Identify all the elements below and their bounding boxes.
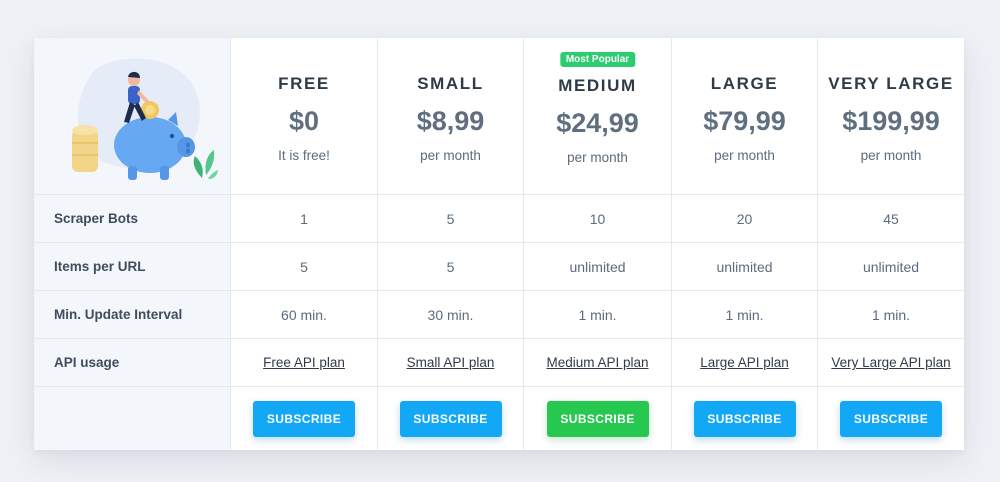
most-popular-badge: Most Popular [559,52,636,67]
subscribe-cell: SUBSCRIBE [818,387,964,450]
table-cell: 30 min. [378,291,524,339]
api-plan-link-free[interactable]: Free API plan [263,355,345,370]
table-cell: 1 min. [672,291,818,339]
table-cell: unlimited [672,243,818,291]
table-cell: 60 min. [231,291,378,339]
page: FREE $0 It is free! SMALL $8,99 per mont… [0,0,1000,482]
api-plan-link-medium[interactable]: Medium API plan [546,355,648,370]
table-cell: 1 min. [524,291,672,339]
row-label-api-usage: API usage [34,339,231,387]
piggy-bank-illustration-icon [72,58,218,180]
table-cell: unlimited [524,243,672,291]
subscribe-cell: SUBSCRIBE [378,387,524,450]
plan-name: SMALL [417,74,484,93]
plan-price: $199,99 [842,106,940,136]
subscribe-button-small[interactable]: SUBSCRIBE [399,400,502,437]
pricing-grid: FREE $0 It is free! SMALL $8,99 per mont… [34,38,964,450]
api-plan-cell: Small API plan [378,339,524,387]
table-cell: 5 [378,243,524,291]
plan-price: $0 [288,106,320,136]
api-plan-cell: Medium API plan [524,339,672,387]
pricing-table: FREE $0 It is free! SMALL $8,99 per mont… [34,38,964,450]
plan-header-free: FREE $0 It is free! [231,38,378,195]
row-label-items-per-url: Items per URL [34,243,231,291]
plan-name: LARGE [710,74,779,93]
plan-name: MEDIUM [558,76,637,95]
table-cell: unlimited [818,243,964,291]
subscribe-cell: SUBSCRIBE [672,387,818,450]
plan-name: VERY LARGE [828,74,954,93]
subscribe-button-large[interactable]: SUBSCRIBE [693,400,796,437]
row-label-scraper-bots: Scraper Bots [34,195,231,243]
api-plan-link-small[interactable]: Small API plan [407,355,495,370]
row-label-min-update-interval: Min. Update Interval [34,291,231,339]
illustration-cell [34,38,231,195]
subscribe-button-very-large[interactable]: SUBSCRIBE [840,400,942,437]
api-plan-cell: Very Large API plan [818,339,964,387]
table-cell: 5 [378,195,524,243]
plan-period: per month [860,148,922,163]
plan-period: per month [714,148,775,163]
plan-period: per month [567,150,628,165]
row-label-empty [34,387,231,450]
plan-price: $8,99 [416,106,485,136]
table-cell: 5 [231,243,378,291]
table-cell: 20 [672,195,818,243]
plan-header-very-large: VERY LARGE $199,99 per month [818,38,964,195]
subscribe-button-free[interactable]: SUBSCRIBE [253,400,355,437]
plan-name: FREE [278,74,330,93]
table-cell: 1 [231,195,378,243]
api-plan-link-large[interactable]: Large API plan [700,355,789,370]
plan-period: It is free! [278,148,330,163]
plan-price: $24,99 [556,108,639,138]
api-plan-cell: Free API plan [231,339,378,387]
subscribe-cell: SUBSCRIBE [524,387,672,450]
api-plan-link-very-large[interactable]: Very Large API plan [831,355,950,370]
plan-header-medium: Most Popular MEDIUM $24,99 per month [524,38,672,195]
subscribe-button-medium[interactable]: SUBSCRIBE [546,400,649,437]
table-cell: 1 min. [818,291,964,339]
plan-header-large: LARGE $79,99 per month [672,38,818,195]
table-cell: 10 [524,195,672,243]
subscribe-cell: SUBSCRIBE [231,387,378,450]
plan-header-small: SMALL $8,99 per month [378,38,524,195]
plan-price: $79,99 [703,106,786,136]
table-cell: 45 [818,195,964,243]
plan-period: per month [420,148,481,163]
api-plan-cell: Large API plan [672,339,818,387]
